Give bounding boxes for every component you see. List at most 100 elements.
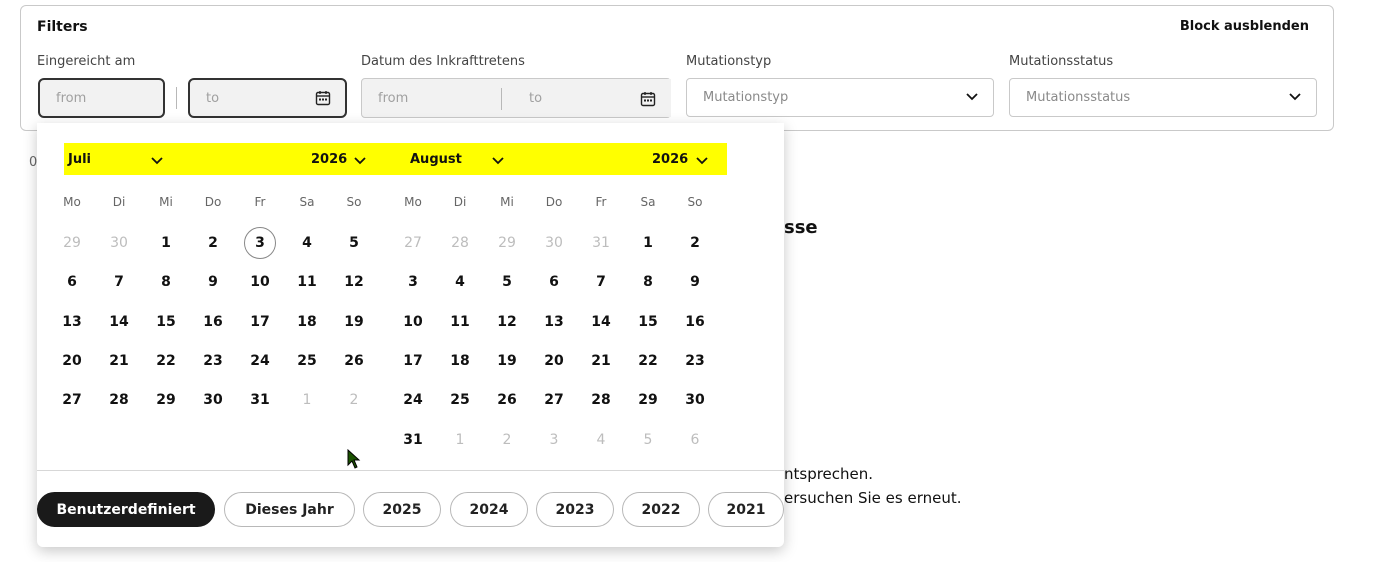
calendar-day[interactable]: 31 xyxy=(244,384,276,416)
calendar-day[interactable]: 3 xyxy=(397,266,429,298)
effective-to-input[interactable] xyxy=(513,79,633,117)
calendar-day[interactable]: 30 xyxy=(103,227,135,259)
calendar-day[interactable]: 7 xyxy=(103,266,135,298)
calendar-day[interactable]: 30 xyxy=(538,227,570,259)
chevron-down-icon[interactable] xyxy=(354,157,366,165)
calendar-day[interactable]: 25 xyxy=(291,345,323,377)
calendar-day[interactable]: 23 xyxy=(679,345,711,377)
hide-block-button[interactable]: Block ausblenden xyxy=(1180,19,1309,34)
calendar-day[interactable]: 24 xyxy=(397,384,429,416)
calendar-day[interactable]: 21 xyxy=(103,345,135,377)
calendar-day[interactable]: 4 xyxy=(444,266,476,298)
calendar-day[interactable]: 19 xyxy=(491,345,523,377)
calendar-day[interactable]: 15 xyxy=(150,306,182,338)
calendar-day[interactable]: 18 xyxy=(291,306,323,338)
calendar-day[interactable]: 13 xyxy=(56,306,88,338)
preset-button-1[interactable]: Dieses Jahr xyxy=(224,492,355,527)
calendar-day[interactable]: 6 xyxy=(538,266,570,298)
calendar-day[interactable]: 5 xyxy=(491,266,523,298)
calendar-day[interactable]: 28 xyxy=(585,384,617,416)
calendar-day[interactable]: 31 xyxy=(585,227,617,259)
calendar-day[interactable]: 12 xyxy=(491,306,523,338)
mutation-type-select[interactable]: Mutationstyp xyxy=(686,78,994,117)
chevron-down-icon[interactable] xyxy=(151,157,163,165)
calendar-day[interactable]: 28 xyxy=(103,384,135,416)
calendar-day[interactable]: 22 xyxy=(150,345,182,377)
year-select-left[interactable]: 2026 xyxy=(311,152,347,167)
submitted-from-input[interactable] xyxy=(40,80,163,116)
calendar-day[interactable]: 16 xyxy=(197,306,229,338)
month-select-left[interactable]: Juli xyxy=(68,152,91,167)
calendar-day[interactable]: 29 xyxy=(56,227,88,259)
month-select-right[interactable]: August xyxy=(410,152,462,167)
preset-button-6[interactable]: 2021 xyxy=(708,492,784,527)
calendar-day[interactable]: 8 xyxy=(150,266,182,298)
calendar-day[interactable]: 29 xyxy=(632,384,664,416)
calendar-day[interactable]: 9 xyxy=(679,266,711,298)
calendar-day[interactable]: 25 xyxy=(444,384,476,416)
calendar-day[interactable]: 24 xyxy=(244,345,276,377)
calendar-day[interactable]: 3 xyxy=(538,424,570,456)
submitted-to-input[interactable] xyxy=(190,80,310,116)
calendar-day[interactable]: 15 xyxy=(632,306,664,338)
calendar-day[interactable]: 28 xyxy=(444,227,476,259)
calendar-day[interactable]: 3 xyxy=(244,227,276,259)
calendar-day[interactable]: 14 xyxy=(103,306,135,338)
calendar-day[interactable]: 23 xyxy=(197,345,229,377)
calendar-day[interactable]: 27 xyxy=(538,384,570,416)
calendar-day[interactable]: 26 xyxy=(491,384,523,416)
calendar-day[interactable]: 11 xyxy=(444,306,476,338)
preset-button-0[interactable]: Benutzerdefiniert xyxy=(37,492,215,527)
calendar-day[interactable]: 20 xyxy=(56,345,88,377)
calendar-day[interactable]: 14 xyxy=(585,306,617,338)
calendar-day[interactable]: 1 xyxy=(150,227,182,259)
calendar-day[interactable]: 30 xyxy=(197,384,229,416)
preset-button-3[interactable]: 2024 xyxy=(450,492,528,527)
calendar-day[interactable]: 2 xyxy=(338,384,370,416)
effective-from-input[interactable] xyxy=(362,79,500,117)
calendar-day[interactable]: 12 xyxy=(338,266,370,298)
preset-button-4[interactable]: 2023 xyxy=(536,492,614,527)
calendar-day[interactable]: 1 xyxy=(291,384,323,416)
calendar-day[interactable]: 2 xyxy=(197,227,229,259)
calendar-day[interactable]: 4 xyxy=(291,227,323,259)
calendar-day[interactable]: 17 xyxy=(397,345,429,377)
year-select-right[interactable]: 2026 xyxy=(652,152,688,167)
preset-button-2[interactable]: 2025 xyxy=(363,492,441,527)
calendar-day[interactable]: 19 xyxy=(338,306,370,338)
calendar-day[interactable]: 26 xyxy=(338,345,370,377)
calendar-day[interactable]: 31 xyxy=(397,424,429,456)
calendar-day[interactable]: 20 xyxy=(538,345,570,377)
calendar-day[interactable]: 29 xyxy=(150,384,182,416)
calendar-day[interactable]: 18 xyxy=(444,345,476,377)
calendar-day[interactable]: 7 xyxy=(585,266,617,298)
calendar-icon[interactable] xyxy=(315,90,331,106)
calendar-day[interactable]: 6 xyxy=(56,266,88,298)
calendar-day[interactable]: 2 xyxy=(491,424,523,456)
mutation-status-select[interactable]: Mutationsstatus xyxy=(1009,78,1317,117)
calendar-day[interactable]: 5 xyxy=(632,424,664,456)
calendar-icon[interactable] xyxy=(640,91,656,107)
calendar-day[interactable]: 10 xyxy=(244,266,276,298)
preset-button-5[interactable]: 2022 xyxy=(622,492,700,527)
calendar-day[interactable]: 13 xyxy=(538,306,570,338)
chevron-down-icon[interactable] xyxy=(492,157,504,165)
calendar-day[interactable]: 11 xyxy=(291,266,323,298)
calendar-day[interactable]: 27 xyxy=(397,227,429,259)
calendar-day[interactable]: 17 xyxy=(244,306,276,338)
calendar-day[interactable]: 8 xyxy=(632,266,664,298)
calendar-day[interactable]: 5 xyxy=(338,227,370,259)
calendar-day[interactable]: 21 xyxy=(585,345,617,377)
calendar-day[interactable]: 16 xyxy=(679,306,711,338)
calendar-day[interactable]: 1 xyxy=(444,424,476,456)
calendar-day[interactable]: 1 xyxy=(632,227,664,259)
calendar-day[interactable]: 29 xyxy=(491,227,523,259)
calendar-day[interactable]: 10 xyxy=(397,306,429,338)
calendar-day[interactable]: 30 xyxy=(679,384,711,416)
calendar-day[interactable]: 27 xyxy=(56,384,88,416)
calendar-day[interactable]: 6 xyxy=(679,424,711,456)
calendar-day[interactable]: 22 xyxy=(632,345,664,377)
calendar-day[interactable]: 2 xyxy=(679,227,711,259)
calendar-day[interactable]: 9 xyxy=(197,266,229,298)
chevron-down-icon[interactable] xyxy=(696,157,708,165)
